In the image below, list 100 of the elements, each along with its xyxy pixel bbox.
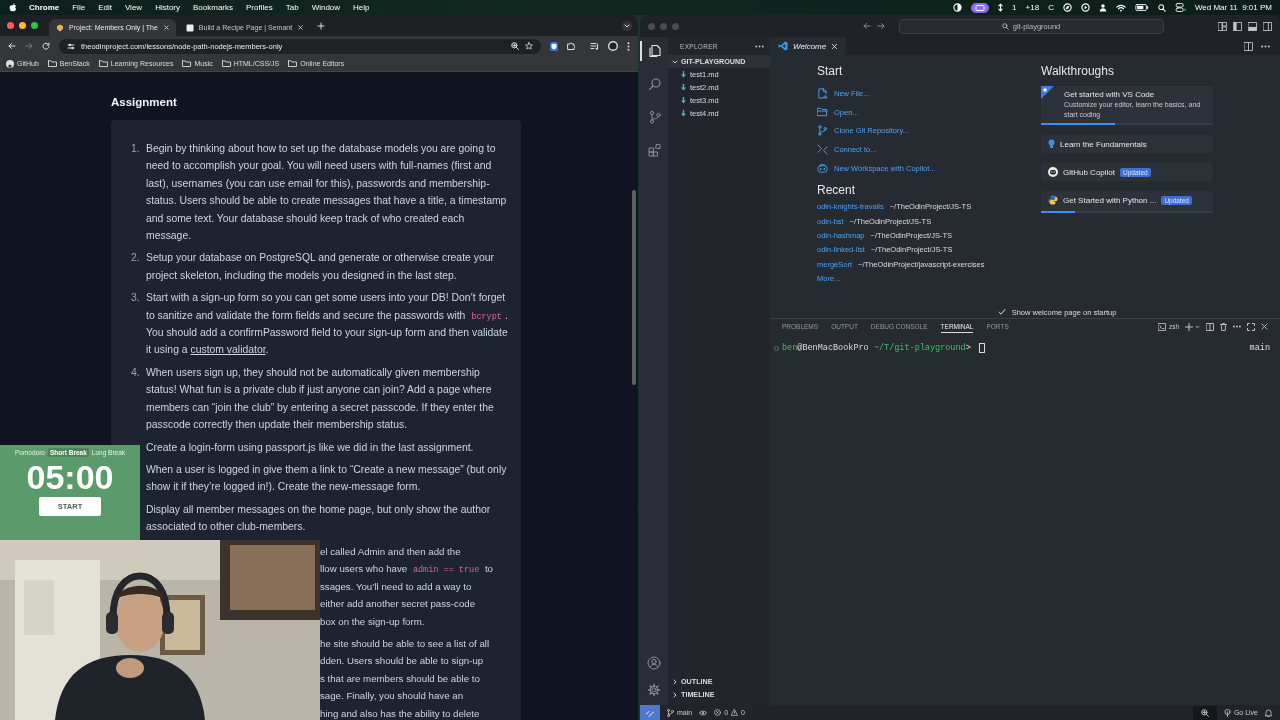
close-icon[interactable] — [162, 24, 170, 31]
menu-item[interactable]: Edit — [98, 3, 112, 12]
compass-icon[interactable] — [1062, 3, 1072, 12]
new-file-icon — [817, 87, 828, 99]
plus-icon[interactable] — [317, 21, 326, 30]
split-icon[interactable] — [1206, 322, 1214, 331]
menu-item[interactable]: History — [155, 3, 180, 12]
error-icon — [714, 709, 722, 716]
up-down-arrow-icon[interactable] — [998, 3, 1004, 12]
person-icon[interactable] — [1098, 3, 1107, 12]
branch-text: main — [1249, 343, 1270, 353]
zoom-icon[interactable] — [1192, 705, 1217, 720]
menu-item[interactable]: Help — [353, 3, 370, 12]
text-cursor — [978, 343, 985, 353]
close-icon[interactable] — [1261, 323, 1268, 330]
remote-icon — [646, 708, 654, 717]
display-icon[interactable] — [971, 2, 990, 13]
menu-item[interactable]: Bookmarks — [193, 3, 234, 12]
menu-item[interactable]: Profiles — [246, 3, 273, 12]
star-icon[interactable] — [525, 42, 533, 50]
folder-icon — [182, 60, 192, 67]
play-icon[interactable] — [1080, 3, 1090, 12]
settings-icon[interactable] — [647, 683, 661, 697]
avatar-icon[interactable] — [608, 41, 618, 51]
eye-icon[interactable] — [699, 709, 708, 716]
menu-item[interactable]: Tab — [285, 3, 299, 12]
account-icon[interactable] — [647, 656, 661, 670]
list-number: 3. — [131, 291, 141, 306]
more-icon[interactable] — [1233, 325, 1241, 328]
shield-icon[interactable] — [550, 41, 558, 51]
terminal-icon — [1157, 322, 1166, 331]
media-icon[interactable] — [590, 42, 599, 50]
list-item-text: When a user is logged in give them a link to “Create a new message” (but only show it if they’re logged in!). Create the new-message form. — [146, 462, 508, 495]
folder-icon — [817, 107, 828, 118]
menu-item[interactable]: File — [72, 3, 86, 12]
cat-logo-icon — [6, 59, 14, 68]
wifi-icon[interactable] — [1115, 3, 1126, 12]
branch-icon — [667, 708, 674, 717]
forward-icon[interactable] — [876, 22, 885, 30]
forward-icon[interactable] — [25, 42, 33, 50]
menu-item[interactable]: View — [124, 3, 143, 12]
half-circle-icon[interactable] — [953, 3, 963, 12]
list-number: 2. — [131, 251, 141, 266]
search-icon[interactable] — [1157, 3, 1166, 12]
star-badge-icon — [1041, 86, 1054, 99]
folder-icon — [221, 60, 231, 67]
down-arrow-icon — [681, 71, 686, 78]
reload-icon[interactable] — [42, 42, 50, 50]
robot-icon — [817, 162, 828, 174]
status-text: +18 — [1025, 3, 1040, 12]
layout-icon[interactable] — [1218, 21, 1227, 31]
checkbox-icon[interactable] — [997, 308, 1006, 316]
search-icon — [1001, 22, 1009, 30]
walkthrough-card[interactable]: Learn the Fundamentals — [1041, 135, 1213, 153]
list-item-text: When users sign up, they should not be automatically given membership status! What fun is a private club if just anyone can join? Add a page where members can “join the club” by entering a secret passcode. If they enter the passcode correctly then update their membership status. — [146, 365, 495, 433]
robot-icon — [1048, 167, 1058, 177]
left-sidebar-icon[interactable] — [1233, 21, 1242, 31]
status-text: 1 — [1012, 3, 1017, 12]
chevron-down-icon[interactable] — [622, 20, 632, 31]
zoom-icon[interactable] — [511, 42, 519, 50]
more-icon[interactable] — [627, 41, 630, 51]
right-sidebar-icon[interactable] — [1263, 21, 1272, 31]
chevron-icon — [672, 58, 678, 65]
maximize-icon[interactable] — [1247, 322, 1255, 331]
text-line: dden. Users should be able to sign-up — [320, 654, 485, 669]
page-icon — [185, 23, 194, 32]
snake-logo-icon — [1048, 195, 1058, 205]
split-editor-icon[interactable] — [1244, 41, 1253, 51]
menu-item[interactable]: Chrome — [29, 3, 60, 12]
close-icon[interactable] — [297, 24, 305, 31]
plus-icon[interactable] — [1185, 322, 1193, 331]
list-item-text: Setup your database on PostgreSQL and generate or otherwise create your project skeleton, including the models you designed in the last step. — [146, 251, 495, 283]
helmet-icon — [56, 23, 64, 32]
bottom-panel-icon[interactable] — [1248, 21, 1257, 31]
more-icon[interactable] — [755, 44, 764, 48]
text-line: el called Admin and then add the — [320, 545, 462, 559]
section-heading: Assignment — [111, 96, 178, 108]
toggle-icon[interactable] — [1174, 3, 1186, 12]
menu-item[interactable]: Window — [311, 3, 341, 12]
circle-icon — [774, 345, 779, 351]
text-line: either add another secret pass-code — [320, 597, 477, 612]
back-icon[interactable] — [862, 22, 871, 30]
more-icon[interactable] — [1261, 44, 1270, 48]
status-text: C — [1048, 3, 1054, 12]
site-settings-icon[interactable] — [67, 42, 75, 50]
puzzle-icon[interactable] — [567, 42, 575, 50]
trash-icon[interactable] — [1220, 322, 1227, 331]
list-number: 4. — [131, 365, 141, 380]
menu-bar-clock[interactable]: Wed Mar 11 9:01 PM — [1194, 3, 1272, 12]
blocks-icon — [648, 143, 662, 157]
list-item-text: Begin by thinking about how to set up the database models you are going to need to accomplish your goal. You will need users with full-names (first and last), usernames (you can use email for this), passwords and membership-status. Users should be able to create messages that have a title, a timestamp and some text. Your database should keep track of who created each message. — [146, 142, 508, 244]
close-icon[interactable] — [831, 42, 839, 50]
section-title: Walkthroughs — [1041, 64, 1115, 78]
battery-icon[interactable] — [1134, 4, 1149, 11]
folder-icon — [47, 60, 57, 67]
scrollbar-thumb[interactable] — [632, 190, 636, 385]
link[interactable]: custom validator — [190, 344, 266, 356]
editor-tab[interactable]: Welcome — [770, 37, 847, 55]
bell-icon[interactable] — [1265, 708, 1272, 717]
broadcast-icon — [1223, 708, 1231, 717]
